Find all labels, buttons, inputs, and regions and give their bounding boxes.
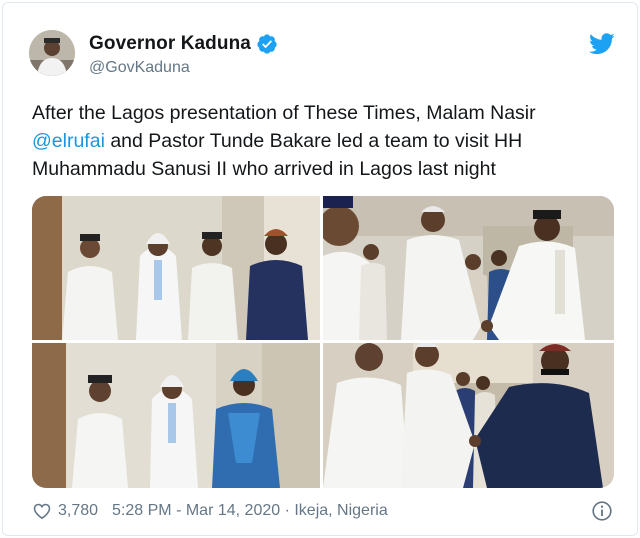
verified-badge-icon [257,34,277,54]
display-name[interactable]: Governor Kaduna [89,33,251,55]
photo-grid [32,196,614,488]
timestamp[interactable]: 5:28 PM - Mar 14, 2020 [112,502,280,520]
photo-2[interactable] [323,196,614,340]
twitter-bird-icon[interactable] [589,33,615,55]
tweet-text-part: and Pastor Tunde Bakare led a team to vi… [32,130,523,180]
heart-icon[interactable] [32,501,52,521]
tweet-footer: 3,780 5:28 PM - Mar 14, 2020 · Ikeja, Ni… [32,500,388,522]
like-count[interactable]: 3,780 [58,502,98,520]
tweet-text: After the Lagos presentation of These Ti… [32,99,612,183]
photo-4[interactable] [323,343,614,488]
photo-3[interactable] [32,343,320,488]
tweet-text-part: After the Lagos presentation of These Ti… [32,102,536,124]
mention-link[interactable]: @elrufai [32,130,105,152]
tweet-card[interactable]: Governor Kaduna @GovKaduna After the Lag… [2,2,638,536]
info-icon[interactable] [591,500,613,522]
avatar[interactable] [29,30,75,76]
location[interactable]: Ikeja, Nigeria [294,502,387,520]
handle[interactable]: @GovKaduna [89,59,190,77]
photo-1[interactable] [32,196,320,340]
separator: · [280,502,295,519]
